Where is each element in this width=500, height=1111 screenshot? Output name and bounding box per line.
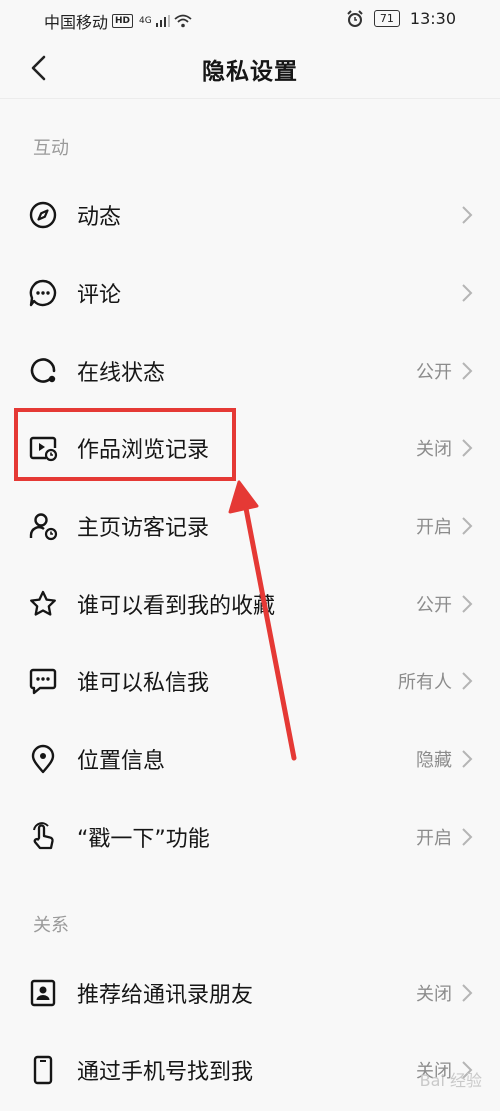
chevron-right-icon bbox=[462, 984, 473, 1002]
settings-row-value: 开启 bbox=[416, 828, 452, 849]
settings-row-favorites-visibility[interactable]: 谁可以看到我的收藏 公开 bbox=[0, 565, 500, 643]
settings-row-label: 在线状态 bbox=[77, 361, 166, 386]
settings-row-value: 关闭 bbox=[416, 984, 452, 1005]
settings-row-location[interactable]: 位置信息 隐藏 bbox=[0, 720, 500, 798]
settings-row-contacts-recommend[interactable]: 推荐给通讯录朋友 关闭 bbox=[0, 954, 500, 1032]
settings-row-value: 所有人 bbox=[398, 672, 452, 693]
chevron-right-icon bbox=[462, 206, 473, 224]
settings-row-label: 推荐给通讯录朋友 bbox=[77, 983, 254, 1008]
battery-level: 71 bbox=[373, 10, 400, 27]
location-pin-icon bbox=[31, 744, 55, 774]
compass-icon bbox=[29, 201, 57, 229]
star-icon bbox=[30, 590, 56, 616]
settings-row-value: 关闭 bbox=[416, 439, 452, 460]
settings-row-label: 谁可以私信我 bbox=[77, 671, 210, 696]
settings-row-label: 位置信息 bbox=[77, 749, 166, 774]
highlight-annotation-box bbox=[14, 408, 236, 481]
online-status-icon bbox=[30, 358, 56, 383]
settings-row-poke[interactable]: “戳一下”功能 开启 bbox=[0, 798, 500, 876]
signal-icon bbox=[155, 15, 170, 27]
settings-row-label: 主页访客记录 bbox=[77, 516, 210, 541]
chevron-right-icon bbox=[462, 672, 473, 690]
visitor-icon bbox=[29, 513, 58, 541]
settings-row-comments[interactable]: 评论 bbox=[0, 254, 500, 332]
settings-row-visitor-history[interactable]: 主页访客记录 开启 bbox=[0, 487, 500, 565]
carrier-name: 中国移动 bbox=[44, 13, 109, 32]
chevron-right-icon bbox=[462, 595, 473, 613]
comment-bubble-icon bbox=[29, 279, 57, 307]
settings-row-value: 公开 bbox=[416, 595, 452, 616]
watermark: Bai 经验 bbox=[419, 1071, 482, 1090]
settings-row-feed[interactable]: 动态 bbox=[0, 176, 500, 254]
settings-row-label: 评论 bbox=[77, 283, 122, 308]
chevron-right-icon bbox=[462, 362, 473, 380]
wifi-icon bbox=[174, 14, 192, 28]
settings-row-value: 开启 bbox=[416, 517, 452, 538]
settings-row-direct-messages[interactable]: 谁可以私信我 所有人 bbox=[0, 642, 500, 720]
chevron-right-icon bbox=[462, 517, 473, 535]
section-header-relationship: 关系 bbox=[33, 915, 69, 936]
settings-row-label: 动态 bbox=[77, 205, 122, 230]
page-title: 隐私设置 bbox=[202, 59, 298, 85]
navigation-bar: 隐私设置 bbox=[0, 38, 500, 99]
clock: 13:30 bbox=[409, 9, 456, 28]
message-icon bbox=[29, 668, 57, 695]
settings-row-label: “戳一下”功能 bbox=[77, 827, 210, 852]
hd-badge: HD bbox=[112, 14, 134, 28]
chevron-right-icon bbox=[462, 439, 473, 457]
settings-row-online-status[interactable]: 在线状态 公开 bbox=[0, 332, 500, 410]
phone-icon bbox=[33, 1055, 53, 1085]
chevron-right-icon bbox=[462, 284, 473, 302]
settings-row-value: 公开 bbox=[416, 362, 452, 383]
section-header-interaction: 互动 bbox=[33, 138, 69, 159]
chevron-right-icon bbox=[462, 828, 473, 846]
poke-hand-icon bbox=[33, 822, 54, 850]
alarm-icon bbox=[347, 9, 363, 27]
settings-row-value: 隐藏 bbox=[416, 750, 452, 771]
settings-row-label: 通过手机号找到我 bbox=[77, 1060, 254, 1085]
chevron-right-icon bbox=[462, 750, 473, 768]
settings-row-label: 谁可以看到我的收藏 bbox=[77, 594, 276, 619]
contact-card-icon bbox=[30, 979, 56, 1007]
network-type: 4G bbox=[139, 16, 152, 26]
status-bar: 中国移动 HD 4G 71 13:30 bbox=[0, 0, 500, 38]
